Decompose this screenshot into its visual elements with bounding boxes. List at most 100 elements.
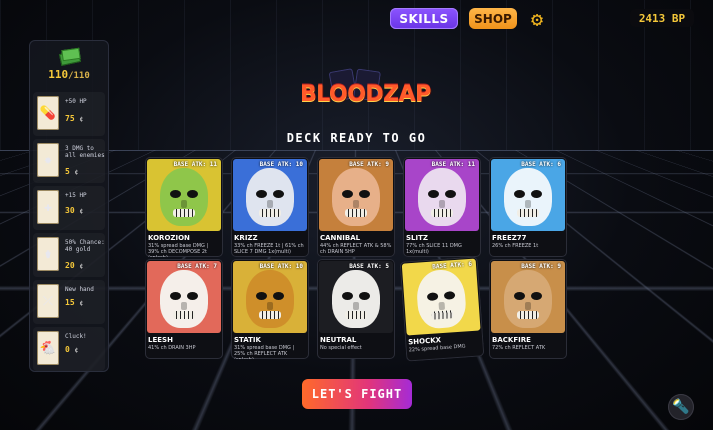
character-card[interactable]: BASE ATK: 6 SHOCKX 22% spread base DMG [399, 256, 485, 362]
card-description: 26% ch FREEZE 1t [492, 243, 539, 249]
card-description: 31% spread base DMG | 39% ch DECOMPOSE 2… [148, 243, 209, 257]
shop-item-cluck[interactable]: 🐔 Cluck! 0 ¢ [33, 327, 105, 371]
card-art: BASE ATK: 9 [319, 159, 393, 231]
hp-max: /110 [68, 71, 90, 81]
item-text: +15 HP [65, 192, 87, 199]
shop-button[interactable]: SHOP [469, 8, 517, 29]
mask-eye [426, 292, 439, 301]
mask-mouth [173, 311, 195, 319]
mask-face [332, 168, 380, 226]
item-text: New hand [65, 286, 94, 293]
item-price: 30 ¢ [65, 206, 84, 215]
deck-title: DECK READY TO GO [286, 131, 427, 145]
cash-icon [59, 48, 79, 64]
item-price: 15 ¢ [65, 298, 84, 307]
mask-nose [438, 301, 446, 311]
mask-nose [181, 200, 187, 208]
mask-face [246, 270, 294, 328]
gear-icon[interactable]: ⚙ [527, 9, 547, 29]
card-base-atk: BASE ATK: 6 [432, 260, 473, 271]
mask-face [160, 168, 208, 226]
mask-nose [439, 200, 445, 208]
card-name: STATIK [234, 336, 261, 344]
card-name: FREEZ77 [492, 234, 527, 242]
card-base-atk: BASE ATK: 5 [349, 263, 389, 270]
mask-eye [531, 292, 542, 300]
card-base-atk: BASE ATK: 9 [521, 263, 561, 270]
card-art: BASE ATK: 10 [233, 261, 307, 333]
mask-eye [445, 190, 456, 198]
torch-icon[interactable]: 🔦 [668, 394, 694, 420]
skills-button[interactable]: SKILLS [390, 8, 458, 29]
shop-item-gold-chance[interactable]: ⚱ 50% Chance: 40 gold 20 ¢ [33, 233, 105, 277]
card-art: BASE ATK: 5 [319, 261, 393, 333]
mask-eye [514, 190, 525, 198]
character-card[interactable]: BASE ATK: 11 SLITZ 77% ch SLICE 11 DMG 1x(… [403, 157, 481, 257]
item-text: +50 HP [65, 98, 87, 105]
card-base-atk: BASE ATK: 11 [431, 161, 475, 168]
character-card[interactable]: BASE ATK: 9 BACKFIRE 72% ch REFLECT ATK [489, 259, 567, 359]
mask-eye [359, 190, 370, 198]
shop-sidebar: 110/110 💊 +50 HP 75 ¢ ✸ 3 DMG to all ene… [29, 40, 109, 372]
shop-item-aoe-damage[interactable]: ✸ 3 DMG to all enemies 5 ¢ [33, 139, 105, 183]
mask-eye [443, 291, 456, 300]
mask-eye [170, 292, 181, 300]
card-description: 72% ch REFLECT ATK [492, 345, 546, 351]
item-price: 20 ¢ [65, 261, 84, 270]
card-description: 44% ch REFLECT ATK & 58% ch DRAIN 5HP [320, 243, 392, 255]
lets-fight-button[interactable]: LET'S FIGHT [302, 379, 412, 409]
character-card[interactable]: BASE ATK: 9 CANNIBAL 44% ch REFLECT ATK & … [317, 157, 395, 257]
card-art: BASE ATK: 7 [147, 261, 221, 333]
card-base-atk: BASE ATK: 9 [349, 161, 389, 168]
shop-item-new-hand[interactable]: ⤫ New hand 15 ¢ [33, 280, 105, 324]
mask-mouth [345, 311, 367, 319]
bp-counter: 2413 BP [630, 9, 694, 27]
mask-mouth [431, 310, 454, 320]
mask-mouth [259, 311, 281, 319]
hp-current: 110 [48, 68, 69, 81]
item-text: 50% Chance: 40 gold [65, 239, 105, 253]
mask-nose [525, 302, 531, 310]
pill-icon: 💊 [37, 96, 59, 130]
mask-eye [428, 190, 439, 198]
mask-face [415, 268, 468, 330]
mask-face [504, 270, 552, 328]
mask-eye [342, 190, 353, 198]
mask-eye [273, 292, 284, 300]
card-name: KOROZION [148, 234, 190, 242]
card-base-atk: BASE ATK: 11 [173, 161, 217, 168]
mask-eye [256, 190, 267, 198]
hp-display: 110/110 [29, 68, 109, 81]
mask-eye [256, 292, 267, 300]
shop-item-heal-50[interactable]: 💊 +50 HP 75 ¢ [33, 92, 105, 136]
mask-nose [353, 200, 359, 208]
card-description: No special effect [320, 345, 362, 351]
mask-nose [267, 200, 273, 208]
card-description: 77% ch SLICE 11 DMG 1x(multi) [406, 243, 462, 255]
card-name: CANNIBAL [320, 234, 361, 242]
character-card[interactable]: BASE ATK: 5 NEUTRAL No special effect [317, 259, 395, 359]
card-base-atk: BASE ATK: 10 [259, 263, 303, 270]
mask-eye [342, 292, 353, 300]
mask-face [160, 270, 208, 328]
character-card[interactable]: BASE ATK: 6 FREEZ77 26% ch FREEZE 1t [489, 157, 567, 257]
mask-face [246, 168, 294, 226]
swap-icon: ⤫ [37, 284, 59, 318]
character-card[interactable]: BASE ATK: 7 LEESH 41% ch DRAIN 3HP [145, 259, 223, 359]
character-card[interactable]: BASE ATK: 11 KOROZION 31% spread base DMG … [145, 157, 223, 257]
character-card[interactable]: BASE ATK: 10 KRIZZ 33% ch FREEZE 1t | 61% … [231, 157, 309, 257]
mask-eye [514, 292, 525, 300]
mask-eye [359, 292, 370, 300]
mask-face [504, 168, 552, 226]
card-description: 31% spread base DMG | 25% ch REFLECT ATK… [234, 345, 295, 359]
mask-nose [525, 200, 531, 208]
shop-item-heal-15[interactable]: ✚ +15 HP 30 ¢ [33, 186, 105, 230]
card-art: BASE ATK: 10 [233, 159, 307, 231]
character-card[interactable]: BASE ATK: 10 STATIK 31% spread base DMG | … [231, 259, 309, 359]
mask-mouth [345, 209, 367, 217]
mask-mouth [431, 209, 453, 217]
card-name: LEESH [148, 336, 173, 344]
mask-nose [353, 302, 359, 310]
mask-nose [267, 302, 273, 310]
mask-eye [187, 292, 198, 300]
